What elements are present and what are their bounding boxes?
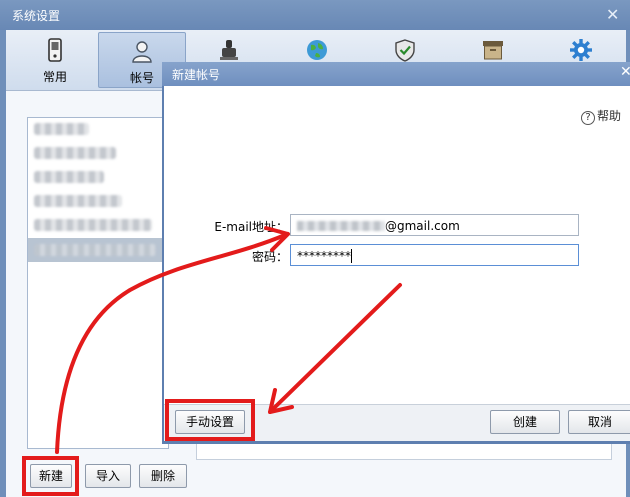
annotation-arrows	[55, 226, 402, 454]
arrow-new-to-email	[55, 233, 287, 454]
arrow-password-to-manual	[270, 283, 402, 412]
settings-window: 系统设置 ✕ 常用 帐号 新建 导入 删除 新建帐号 ✕ ? 帮助 E-mail…	[0, 0, 630, 497]
